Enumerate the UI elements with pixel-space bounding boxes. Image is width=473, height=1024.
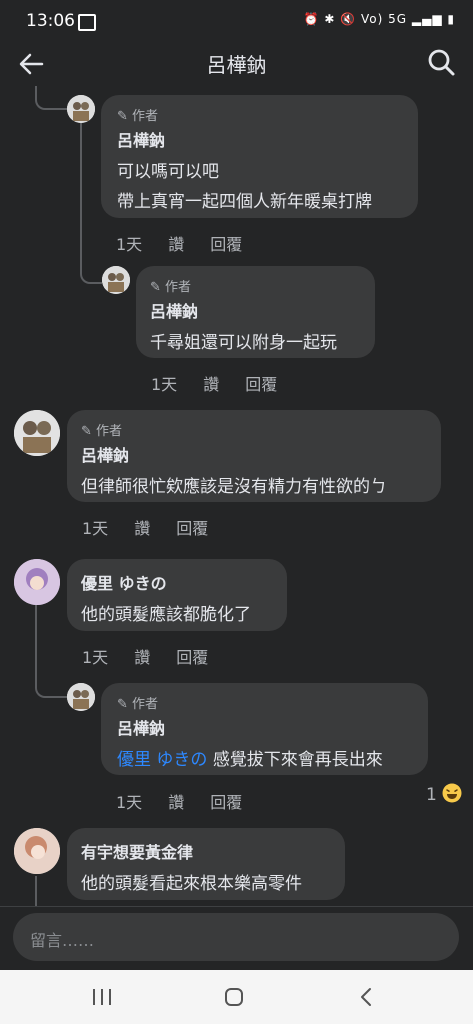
app-bar: 呂樺鈉 [0,44,473,84]
home-icon[interactable] [224,987,244,1007]
status-indicators: ⏰ ✱ 🔇 Vo) 5G ▂▄▆ ▮ [303,12,455,26]
comment-author[interactable]: 優里 ゆきの [81,570,167,594]
like-button[interactable]: 讚 [168,793,184,812]
reply-button[interactable]: 回覆 [210,793,242,812]
reply-button[interactable]: 回覆 [210,235,242,254]
comment-text: 千尋姐還可以附身一起玩 [150,333,337,353]
thread-connector [35,86,67,110]
comment-input-placeholder: 留言…… [30,931,95,950]
avatar[interactable] [102,266,130,294]
comment-bubble[interactable]: ✎ 作者 呂樺鈉 但律師很忙欸應該是沒有精力有性欲的ㄅ [67,410,441,502]
avatar[interactable] [14,828,60,874]
reply-button[interactable]: 回覆 [176,648,208,667]
comment-time: 1天 [82,648,109,667]
comment-author[interactable]: 呂樺鈉 [81,442,129,466]
search-icon[interactable] [425,46,457,78]
author-tag: ✎ 作者 [81,424,123,439]
thread-connector [35,604,67,698]
reaction-count[interactable]: 1 [426,783,462,805]
laughing-emoji-icon [442,783,462,803]
author-tag: ✎ 作者 [117,109,159,124]
thread-connector [80,122,102,284]
comment-author[interactable]: 呂樺鈉 [117,715,165,739]
nav-back-icon[interactable] [358,987,374,1007]
comment-text: 可以嗎可以吧 [117,162,219,182]
pencil-icon: ✎ [150,280,161,295]
comment-author[interactable]: 呂樺鈉 [150,298,198,322]
author-tag: ✎ 作者 [117,697,159,712]
like-button[interactable]: 讚 [134,519,150,538]
mention-link[interactable]: 優里 ゆきの [117,750,207,770]
author-tag: ✎ 作者 [150,280,192,295]
avatar[interactable] [67,683,95,711]
comment-time: 1天 [82,519,109,538]
comment-time: 1天 [116,235,143,254]
comment-time: 1天 [151,375,178,394]
comment-input[interactable]: 留言…… [13,913,459,961]
status-time: 13:06 [26,11,75,31]
comment-actions: 1天 讚 回覆 [116,789,268,813]
avatar[interactable] [67,95,95,123]
comment-text: 但律師很忙欸應該是沒有精力有性欲的ㄅ [81,477,387,497]
like-button[interactable]: 讚 [168,235,184,254]
comment-text: 帶上真宵一起四個人新年暖桌打牌 [117,192,372,212]
page-title: 呂樺鈉 [206,53,267,77]
network-label: Vo) 5G [361,12,408,26]
avatar[interactable] [14,559,60,605]
avatar[interactable] [14,410,60,456]
comment-text: 他的頭髮看起來根本樂高零件 [81,874,302,894]
pencil-icon: ✎ [117,109,128,124]
comment-bubble[interactable]: 有宇想要黃金律 他的頭髮看起來根本樂高零件 [67,828,345,900]
like-button[interactable]: 讚 [134,648,150,667]
comment-bubble[interactable]: 優里 ゆきの 他的頭髮應該都脆化了 [67,559,287,631]
comment-bubble[interactable]: ✎ 作者 呂樺鈉 可以嗎可以吧 帶上真宵一起四個人新年暖桌打牌 [101,95,418,218]
pencil-icon: ✎ [117,697,128,712]
comment-actions: 1天 讚 回覆 [151,371,303,395]
comment-bubble[interactable]: ✎ 作者 呂樺鈉 優里 ゆきの 感覺拔下來會再長出來 [101,683,428,775]
comment-actions: 1天 讚 回覆 [82,644,234,668]
like-button[interactable]: 讚 [203,375,219,394]
comment-actions: 1天 讚 回覆 [82,515,234,539]
pencil-icon: ✎ [81,424,92,439]
comment-text: 他的頭髮應該都脆化了 [81,605,251,625]
gallery-icon [78,14,96,31]
reply-button[interactable]: 回覆 [245,375,277,394]
comment-bubble[interactable]: ✎ 作者 呂樺鈉 千尋姐還可以附身一起玩 [136,266,375,358]
status-bar: 13:06 ⏰ ✱ 🔇 Vo) 5G ▂▄▆ ▮ [0,0,473,44]
comment-actions: 1天 讚 回覆 [116,231,268,255]
comment-text: 優里 ゆきの 感覺拔下來會再長出來 [117,750,383,770]
comment-time: 1天 [116,793,143,812]
comment-author[interactable]: 有宇想要黃金律 [81,839,193,863]
thread-connector [35,876,37,906]
comment-author[interactable]: 呂樺鈉 [117,127,165,151]
reply-button[interactable]: 回覆 [176,519,208,538]
recent-apps-icon[interactable] [91,987,113,1007]
system-nav-bar [0,970,473,1024]
